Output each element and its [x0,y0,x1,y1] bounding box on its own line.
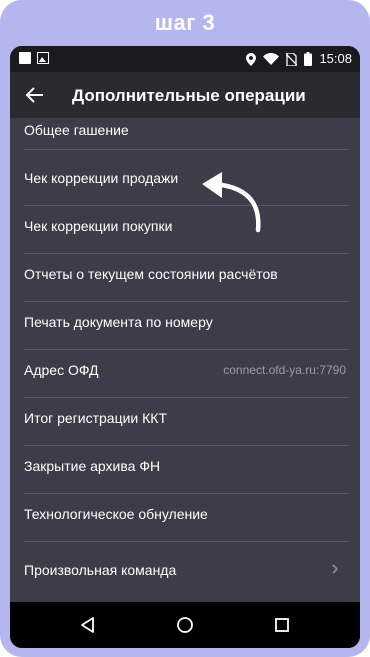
list-item-label: Чек коррекции продажи [24,170,179,186]
no-sim-icon [286,52,298,66]
list-item-general-cancellation[interactable]: Общее гашение [10,118,360,158]
list-item-close-fn-archive[interactable]: Закрытие архива ФН [10,446,360,494]
list-item-label: Печать документа по номеру [24,314,213,330]
list-item-sale-correction-receipt[interactable]: Чек коррекции продажи [10,158,360,206]
nav-back-icon[interactable] [78,615,98,635]
battery-icon [304,52,313,66]
list-item-label: Отчеты о текущем состоянии расчётов [24,266,278,282]
image-notification-icon [37,52,49,64]
list-item-label: Итог регистрации ККТ [24,410,167,426]
status-clock: 15:08 [319,51,352,66]
ofd-address-value: connect.ofd-ya.ru:7790 [223,363,346,377]
wifi-icon [263,53,280,65]
list-item-label: Закрытие архива ФН [24,458,161,474]
system-navigation-bar [10,602,360,648]
divider [24,149,348,150]
arrow-left-icon[interactable] [24,84,46,106]
list-item-print-document-by-number[interactable]: Печать документа по номеру [10,302,360,350]
list-item-label: Чек коррекции покупки [24,218,173,234]
nav-home-icon[interactable] [175,615,195,635]
location-icon [246,52,257,66]
list-item-label: Произвольная команда [24,562,177,578]
nav-recents-icon[interactable] [272,615,292,635]
step-title: шаг 3 [154,10,216,35]
list-item-label: Общее гашение [24,122,129,138]
list-item-label: Технологическое обнуление [24,506,208,522]
list-item-purchase-correction-receipt[interactable]: Чек коррекции покупки [10,206,360,254]
page-title: Дополнительные операции [72,86,306,105]
list-item-custom-command[interactable]: Произвольная команда [10,542,360,594]
notification-square-icon [19,52,31,64]
list-item-settlement-status-reports[interactable]: Отчеты о текущем состоянии расчётов [10,254,360,302]
tutorial-frame: шаг 3 15:08 Дополнительные операции Обще… [0,0,370,657]
list-item-ofd-address[interactable]: Адрес ОФД connect.ofd-ya.ru:7790 [10,350,360,398]
status-bar: 15:08 [10,46,360,72]
chevron-right-icon [332,564,339,574]
list-item-technological-reset[interactable]: Технологическое обнуление [10,494,360,542]
list-item-kkt-registration-total[interactable]: Итог регистрации ККТ [10,398,360,446]
operations-list: Общее гашение Чек коррекции продажи Чек … [10,118,360,594]
phone-screen: 15:08 Дополнительные операции Общее гаше… [10,46,360,648]
list-item-label: Адрес ОФД [24,362,99,378]
